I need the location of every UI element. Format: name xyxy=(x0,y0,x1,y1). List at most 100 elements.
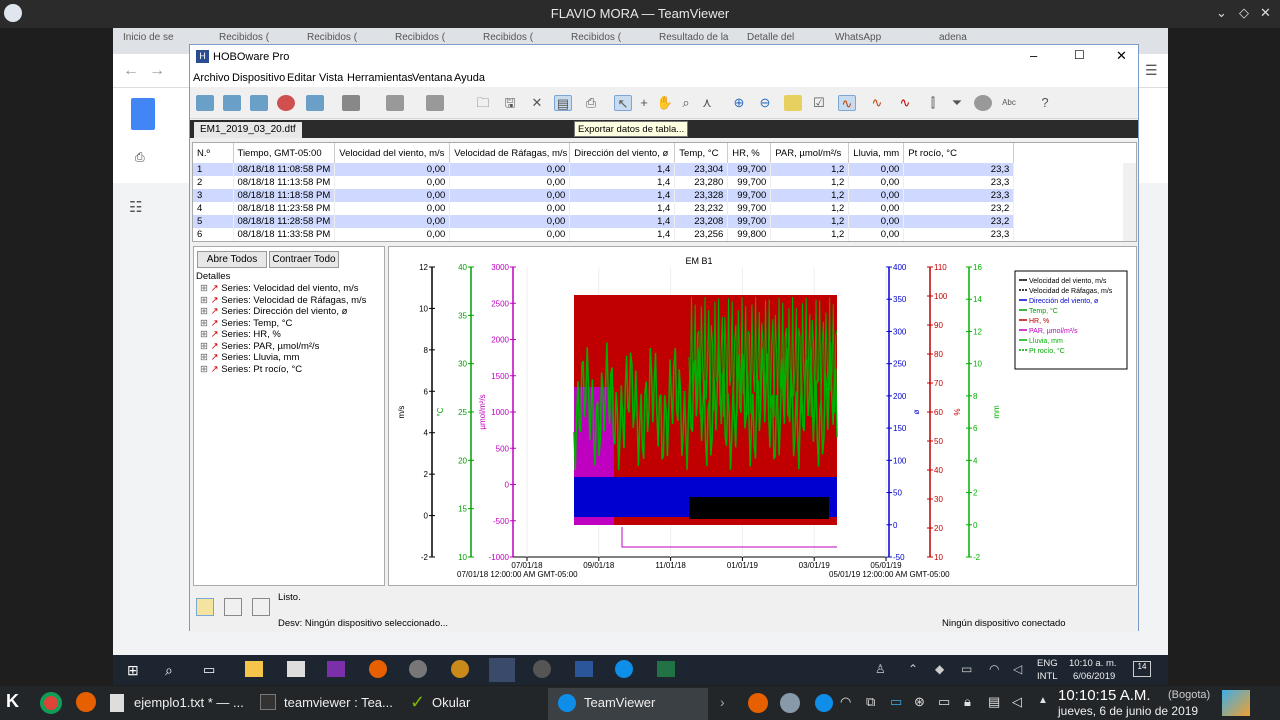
calendar-icon[interactable] xyxy=(287,661,305,677)
table-row[interactable]: 6 08/18/18 11:33:58 PM 0,00 0,00 1,4 23,256 99… xyxy=(193,228,1015,241)
open-all-button[interactable]: Abre Todos xyxy=(197,251,267,268)
tree-item-series[interactable]: ⊞ ↗ Series: Temp, °C xyxy=(200,318,292,329)
lock-icon[interactable]: 🔒︎ xyxy=(964,694,971,710)
desktop-show-icon[interactable] xyxy=(1222,690,1250,716)
expand-icon[interactable]: ⊞ xyxy=(200,318,211,329)
volume-icon[interactable]: ◁ xyxy=(1013,662,1022,676)
pointer-icon[interactable]: ↖ xyxy=(614,95,632,111)
chevron-up-icon[interactable]: ⌃ xyxy=(908,662,918,676)
plot-setup-icon[interactable]: ∿ xyxy=(868,95,886,111)
device-icon[interactable] xyxy=(306,95,324,111)
lang-indicator[interactable]: ENG xyxy=(1037,658,1058,669)
notes-icon[interactable]: ▭ xyxy=(890,694,902,710)
zoom-in-icon[interactable]: ⊕ xyxy=(730,95,748,111)
hoboware-task-icon[interactable] xyxy=(489,658,515,682)
close-icon[interactable]: ✕ xyxy=(1260,5,1271,21)
open-folder-icon[interactable]: 🗀 xyxy=(474,95,492,111)
kde-clock-time[interactable]: 10:10:15 A.M. xyxy=(1058,687,1151,704)
app-icon[interactable] xyxy=(533,660,551,678)
task-ejemplo[interactable]: ejemplo1.txt * — ... xyxy=(134,690,244,716)
volume-icon[interactable]: ◁ xyxy=(1012,694,1022,710)
settings-icon[interactable] xyxy=(342,95,360,111)
expand-icon[interactable]: ⊞ xyxy=(200,306,211,317)
tree-item-series[interactable]: ⊞ ↗ Series: Velocidad del viento, m/s xyxy=(200,283,359,294)
teamviewer-icon[interactable] xyxy=(615,660,633,678)
print-icon[interactable]: ⎙ xyxy=(582,95,600,111)
kde-clock-date[interactable]: jueves, 6 de junio de 2019 xyxy=(1058,704,1198,718)
tree-item-series[interactable]: ⊞ ↗ Series: Dirección del viento, ø xyxy=(200,306,347,317)
people-icon[interactable]: ♙ xyxy=(875,662,886,676)
close-file-icon[interactable]: ✕ xyxy=(528,95,546,111)
save-icon[interactable]: 🖫 xyxy=(501,95,519,111)
column-header[interactable]: Tiempo, GMT-05:00 xyxy=(233,143,336,163)
column-header[interactable]: N.º xyxy=(193,143,234,163)
docs-icon[interactable] xyxy=(131,98,155,130)
browser-tab[interactable]: Inicio de se xyxy=(117,32,195,54)
table-row[interactable]: 1 08/18/18 11:08:58 PM 0,00 0,00 1,4 23,304 99… xyxy=(193,163,1015,176)
file-explorer-icon[interactable] xyxy=(245,661,263,677)
plot-chart[interactable]: EM B1121086420-2m/s40353025201510°C30002… xyxy=(389,247,1138,587)
firefox-icon[interactable] xyxy=(369,660,387,678)
battery-icon[interactable]: ▭ xyxy=(938,694,950,710)
plot-icon[interactable]: ∿ xyxy=(838,95,856,111)
wifi-icon[interactable]: ◠ xyxy=(840,694,851,710)
layout-indicator[interactable]: INTL xyxy=(1037,671,1058,682)
table-scrollbar[interactable] xyxy=(1123,163,1136,241)
view-tile-icon[interactable] xyxy=(196,598,214,616)
filter-icon[interactable]: ⏷ xyxy=(948,95,966,111)
kde-launcher-icon[interactable]: K xyxy=(6,691,19,712)
wifi-icon[interactable]: ◠ xyxy=(989,662,999,676)
column-header[interactable]: Pt rocío, °C xyxy=(903,143,1015,163)
print-icon[interactable]: ⎙ xyxy=(135,150,145,165)
view-horizontal-icon[interactable] xyxy=(224,598,242,616)
dropbox-icon[interactable]: ◆ xyxy=(935,662,944,676)
export-table-icon[interactable]: ▤ xyxy=(554,95,572,111)
tree-item-series[interactable]: ⊞ ↗ Series: HR, % xyxy=(200,329,281,340)
tree-item-series[interactable]: ⊞ ↗ Series: Pt rocío, °C xyxy=(200,364,302,375)
clipboard-icon[interactable]: ▤ xyxy=(988,694,1000,710)
windows-start-icon[interactable]: ⊞ xyxy=(127,662,139,679)
excel-icon[interactable] xyxy=(657,661,675,677)
file-tab[interactable]: EM1_2019_03_20.dtf xyxy=(194,122,302,138)
remote-clock-date[interactable]: 6/06/2019 xyxy=(1073,671,1115,682)
task-okular[interactable]: Okular xyxy=(432,690,470,716)
menu-ventana[interactable]: Ventana xyxy=(412,72,452,84)
measure-icon[interactable]: ⋏ xyxy=(698,95,716,111)
menu-herramientas[interactable]: Herramientas xyxy=(347,72,413,84)
notifications-badge[interactable]: 14 xyxy=(1133,661,1151,677)
expand-icon[interactable]: ⊞ xyxy=(200,329,211,340)
column-header[interactable]: Temp, °C xyxy=(674,143,729,163)
expand-icon[interactable]: ⊞ xyxy=(200,352,211,363)
expand-icon[interactable]: ⊞ xyxy=(200,283,211,294)
task-view-icon[interactable]: ▭ xyxy=(203,662,215,678)
column-header[interactable]: Velocidad del viento, m/s xyxy=(334,143,451,163)
globe-icon[interactable] xyxy=(974,95,992,111)
series-icon[interactable]: ∿ xyxy=(896,95,914,111)
onenote-icon[interactable] xyxy=(327,661,345,677)
table-row[interactable]: 3 08/18/18 11:18:58 PM 0,00 0,00 1,4 23,328 99… xyxy=(193,189,1015,202)
screenshot-icon[interactable]: ⧉ xyxy=(866,694,875,710)
tree-item-series[interactable]: ⊞ ↗ Series: Lluvia, mm xyxy=(200,352,299,363)
table-row[interactable]: 4 08/18/18 11:23:58 PM 0,00 0,00 1,4 23,232 99… xyxy=(193,202,1015,215)
firefox-tray-icon[interactable] xyxy=(748,693,768,713)
column-header[interactable]: HR, % xyxy=(727,143,772,163)
expand-icon[interactable]: ⊞ xyxy=(200,295,211,306)
menu-editar[interactable]: Editar xyxy=(287,72,316,84)
firefox-icon[interactable] xyxy=(76,692,96,712)
crosshair-icon[interactable]: + xyxy=(635,95,653,111)
app-icon[interactable] xyxy=(451,660,469,678)
hand-icon[interactable]: ✋ xyxy=(656,95,674,111)
thermometer-icon[interactable]: ⫿ xyxy=(924,95,942,111)
zoom-out-icon[interactable]: ⊖ xyxy=(756,95,774,111)
menu-ayuda[interactable]: Ayuda xyxy=(454,72,485,84)
app-tray-icon[interactable] xyxy=(780,693,800,713)
column-header[interactable]: Velocidad de Ráfagas, m/s xyxy=(449,143,571,163)
expand-icon[interactable]: ⊞ xyxy=(200,364,211,375)
help-icon[interactable]: ? xyxy=(1036,95,1054,111)
back-icon[interactable]: ← xyxy=(123,62,139,80)
remote-clock-time[interactable]: 10:10 a. m. xyxy=(1069,658,1117,669)
readout-icon[interactable] xyxy=(223,95,241,111)
text-icon[interactable]: Abc xyxy=(1000,95,1018,111)
tree-item-series[interactable]: ⊞ ↗ Series: Velocidad de Ráfagas, m/s xyxy=(200,295,366,306)
column-header[interactable]: Dirección del viento, ø xyxy=(569,143,676,163)
